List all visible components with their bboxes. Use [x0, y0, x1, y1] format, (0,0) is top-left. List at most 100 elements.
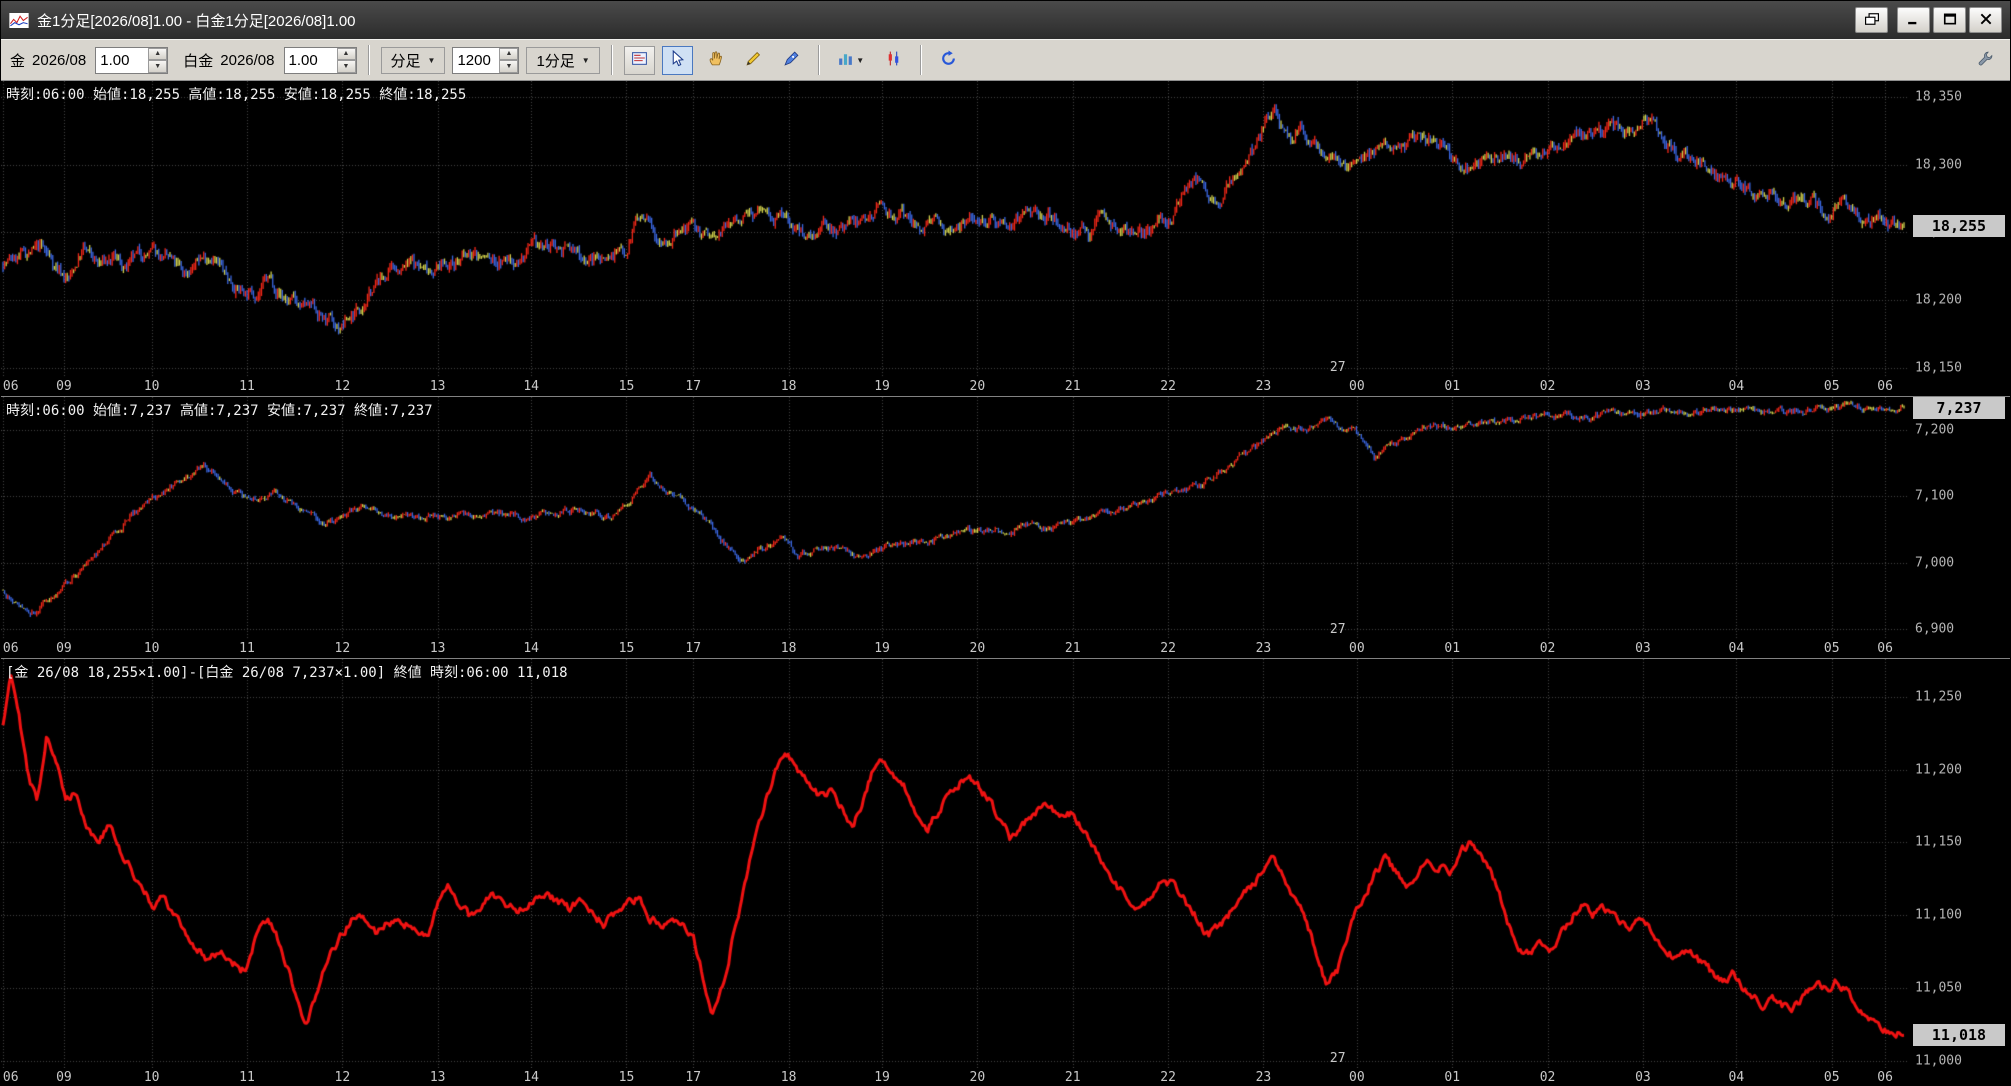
x-axis-label: 00: [1349, 641, 1365, 656]
x-axis-label: 09: [56, 379, 72, 394]
x-axis-label: 10: [143, 1070, 160, 1085]
gold-chart-canvas[interactable]: [1, 81, 1908, 377]
pan-hand-icon: [707, 50, 724, 70]
y-axis-label: 11,250: [1915, 689, 1962, 705]
x-axis: 06 09 10 11 12 13 14 15 17 18 19 20 21 22 23 00 01 02 03 04…: [1, 377, 1908, 396]
date-marker: 27: [1329, 360, 1346, 375]
last-price-tag: 7,237: [1913, 397, 2005, 419]
y-axis-label: 18,350: [1915, 89, 1962, 105]
y-axis: 11,018 11,250 11,200 11,150 11,100 11,050 11,…: [1908, 659, 2010, 1085]
platinum-chart-canvas[interactable]: [1, 397, 1908, 639]
x-axis-label: 17: [685, 1070, 702, 1085]
x-axis-label: 01: [1444, 379, 1461, 394]
y-axis-label: 7,200: [1915, 422, 1955, 438]
x-axis-label: 10: [143, 379, 160, 394]
chart-board-button[interactable]: [623, 45, 655, 75]
x-axis-label: 20: [969, 379, 986, 394]
toolbar-separator: [919, 45, 922, 75]
x-axis-label: 11: [239, 379, 255, 394]
x-axis-label: 12: [334, 379, 351, 394]
platinum-ohlc-info: 時刻:06:00 始値:7,237 高値:7,237 安値:7,237 終値:7…: [6, 403, 433, 419]
y-axis-label: 18,150: [1915, 360, 1962, 376]
y-axis-label: 11,200: [1915, 762, 1962, 778]
settings-wrench-button[interactable]: [1970, 45, 2001, 75]
x-axis-label: 21: [1064, 641, 1081, 656]
bar-count-spinner: ▲ ▼: [452, 46, 520, 74]
indicator-bar-chart-button[interactable]: ▼: [830, 45, 871, 75]
minimize-button[interactable]: [1897, 7, 1930, 33]
x-axis-label: 15: [618, 379, 635, 394]
x-axis-label: 13: [429, 1070, 446, 1085]
gold-multiplier-up-button[interactable]: ▲: [148, 47, 168, 60]
x-axis-label: 18: [780, 379, 797, 394]
period-type-dropdown[interactable]: 分足 ▼: [380, 46, 446, 74]
x-axis-label: 21: [1064, 379, 1081, 394]
maximize-button[interactable]: [1933, 7, 1966, 33]
toolbar-separator: [817, 45, 820, 75]
period-type-label: 分足: [390, 52, 421, 70]
gold-label: 金: [10, 52, 26, 70]
gold-ohlc-info: 時刻:06:00 始値:18,255 高値:18,255 安値:18,255 終…: [6, 87, 467, 103]
spread-chart-canvas[interactable]: [1, 659, 1908, 1068]
gold-contract: 2026/08: [32, 51, 87, 69]
x-axis-label: 06: [1877, 1070, 1893, 1085]
minimize-icon: [1907, 13, 1921, 28]
x-axis-label: 15: [618, 1070, 635, 1085]
gold-multiplier-down-button[interactable]: ▼: [148, 60, 168, 73]
x-axis-label: 06: [1877, 641, 1893, 656]
x-axis-label: 05: [1823, 1070, 1840, 1085]
gold-multiplier-input[interactable]: [96, 47, 149, 73]
x-axis-label: 02: [1539, 1070, 1556, 1085]
chevron-down-icon: ▼: [427, 55, 436, 65]
bar-count-down-button[interactable]: ▼: [499, 60, 519, 73]
chevron-down-icon: ▼: [856, 55, 865, 65]
bar-chart-icon: [837, 50, 854, 70]
x-axis-label: 10: [143, 641, 160, 656]
x-axis-label: 15: [618, 641, 635, 656]
x-axis-label: 22: [1160, 379, 1176, 394]
x-axis-label: 09: [56, 1070, 72, 1085]
platinum-multiplier-input[interactable]: [284, 47, 337, 73]
toolbar-separator: [367, 45, 370, 75]
close-button[interactable]: [1969, 7, 2002, 33]
platinum-multiplier-down-button[interactable]: ▼: [336, 60, 356, 73]
reload-button[interactable]: [932, 45, 964, 75]
draw-pencil-icon: [745, 50, 762, 70]
candlestick-style-button[interactable]: [877, 45, 909, 75]
x-axis-label: 20: [969, 641, 986, 656]
x-axis-label: 06: [2, 641, 19, 656]
pan-hand-button[interactable]: [699, 45, 731, 75]
draw-pencil-button[interactable]: [737, 45, 769, 75]
bar-count-input[interactable]: [453, 47, 500, 73]
date-marker: 27: [1329, 1051, 1346, 1066]
y-axis: 18,255 18,35018,30018,25018,20018,150: [1908, 81, 2010, 396]
y-axis-label: 6,900: [1915, 621, 1955, 637]
x-axis-label: 19: [874, 641, 890, 656]
x-axis-label: 12: [334, 1070, 351, 1085]
draw-pen-button[interactable]: [775, 45, 807, 75]
x-axis-label: 20: [969, 1070, 986, 1085]
title-bar[interactable]: 金1分足[2026/08]1.00 - 白金1分足[2026/08]1.00: [1, 1, 2010, 39]
interval-dropdown[interactable]: 1分足 ▼: [526, 46, 600, 74]
y-axis-label: 7,000: [1915, 555, 1955, 571]
candlestick-style-icon: [885, 50, 902, 70]
popout-window-button[interactable]: [1855, 7, 1888, 33]
cursor-select-button[interactable]: [661, 45, 693, 75]
x-axis: 06 09 10 11 12 13 14 15 17 18 19 20 21 22 23 00 01 02 03 04…: [1, 639, 1908, 658]
x-axis-label: 11: [239, 641, 255, 656]
reload-icon: [940, 50, 957, 70]
chart-board-icon: [631, 50, 648, 70]
date-marker: 27: [1329, 622, 1346, 637]
x-axis-label: 23: [1255, 379, 1272, 394]
bar-count-up-button[interactable]: ▲: [499, 47, 519, 60]
x-axis-label: 05: [1823, 379, 1840, 394]
x-axis-label: 01: [1444, 641, 1461, 656]
gold-multiplier-arrows: ▲ ▼: [148, 47, 168, 73]
y-axis-label: 11,050: [1915, 980, 1962, 996]
panel-platinum: 時刻:06:00 始値:7,237 高値:7,237 安値:7,237 終値:7…: [1, 396, 2010, 658]
x-axis-label: 02: [1539, 379, 1556, 394]
x-axis-label: 14: [523, 1070, 539, 1085]
x-axis-label: 11: [239, 1070, 255, 1085]
platinum-multiplier-up-button[interactable]: ▲: [336, 47, 356, 60]
x-axis: 06 09 10 11 12 13 14 15 17 18 19 20 21 22 23 00 01 02 03 04…: [1, 1068, 1908, 1085]
